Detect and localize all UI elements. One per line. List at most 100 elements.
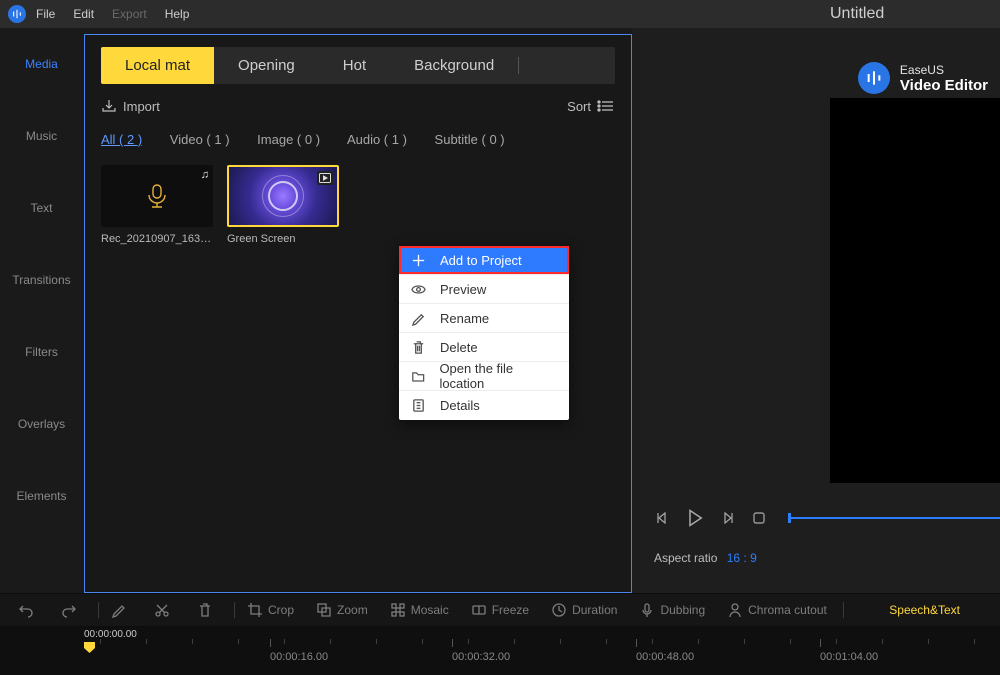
folder-icon — [411, 369, 425, 384]
menubar: File Edit Export Help Untitled — [0, 0, 1000, 28]
filter-all[interactable]: All ( 2 ) — [101, 132, 142, 147]
filter-audio[interactable]: Audio ( 1 ) — [347, 132, 407, 147]
stop-button[interactable] — [748, 507, 770, 529]
app-logo-icon — [8, 5, 26, 23]
context-open-location[interactable]: Open the file location — [399, 362, 569, 391]
menu-export[interactable]: Export — [112, 7, 147, 21]
edit-button[interactable] — [111, 602, 132, 618]
timeline-tick: 00:01:04.00 — [820, 639, 878, 663]
clip-name: Rec_20210907_1635... — [101, 233, 213, 245]
menu-file[interactable]: File — [36, 7, 55, 21]
mosaic-button[interactable]: Mosaic — [390, 602, 449, 618]
toolbar-label: Speech&Text — [889, 603, 960, 617]
edit-toolbar: Crop Zoom Mosaic Freeze Duration Dubbing… — [0, 593, 1000, 627]
tab-background[interactable]: Background — [390, 47, 518, 84]
progress-bar[interactable] — [788, 517, 1000, 519]
context-item-label: Rename — [440, 311, 489, 326]
delete-button[interactable] — [197, 602, 218, 618]
dubbing-button[interactable]: Dubbing — [639, 602, 705, 618]
duration-button[interactable]: Duration — [551, 602, 617, 618]
toolbar-label: Zoom — [337, 603, 368, 617]
context-item-label: Add to Project — [440, 253, 522, 268]
tab-local-material[interactable]: Local mat — [101, 47, 214, 84]
timeline-tick: 00:00:16.00 — [270, 639, 328, 663]
context-delete[interactable]: Delete — [399, 333, 569, 362]
brand-product: Video Editor — [900, 77, 988, 94]
tab-divider — [518, 57, 519, 74]
cut-button[interactable] — [154, 602, 175, 618]
toolbar-label: Crop — [268, 603, 294, 617]
mosaic-icon — [390, 602, 406, 618]
sidebar-item-overlays[interactable]: Overlays — [0, 388, 83, 460]
aspect-value[interactable]: 16 : 9 — [727, 551, 757, 565]
toolbar-label: Dubbing — [660, 603, 705, 617]
pencil-icon — [111, 602, 127, 618]
context-add-to-project[interactable]: Add to Project — [399, 246, 569, 275]
person-icon — [727, 602, 743, 618]
media-grid: ♫ Rec_20210907_1635... Green Screen — [101, 165, 615, 245]
filter-subtitle[interactable]: Subtitle ( 0 ) — [435, 132, 505, 147]
scissors-icon — [154, 602, 170, 618]
context-item-label: Preview — [440, 282, 486, 297]
preview-canvas — [830, 98, 1000, 483]
play-button[interactable] — [684, 507, 706, 529]
crop-button[interactable]: Crop — [247, 602, 294, 618]
sidebar-item-text[interactable]: Text — [0, 172, 83, 244]
chroma-button[interactable]: Chroma cutout — [727, 602, 827, 618]
plus-icon — [411, 253, 426, 268]
sidebar-item-media[interactable]: Media — [0, 28, 83, 100]
clock-icon — [551, 602, 567, 618]
timeline[interactable]: 00:00:00.00 00:00:16.00 00:00:32.00 00:0… — [0, 627, 1000, 675]
trash-icon — [411, 340, 426, 355]
playhead-time: 00:00:00.00 — [84, 629, 137, 640]
tab-opening[interactable]: Opening — [214, 47, 319, 84]
menu-edit[interactable]: Edit — [73, 7, 94, 21]
freeze-icon — [471, 602, 487, 618]
window-title: Untitled — [830, 5, 884, 23]
zoom-button[interactable]: Zoom — [316, 602, 368, 618]
clip-thumb — [227, 165, 339, 227]
undo-button[interactable] — [18, 602, 39, 618]
toolbar-label: Freeze — [492, 603, 529, 617]
menu-help[interactable]: Help — [165, 7, 190, 21]
library-tabs: Local mat Opening Hot Background — [101, 47, 615, 84]
eye-icon — [411, 282, 426, 297]
playbar — [652, 507, 1000, 529]
prev-frame-button[interactable] — [652, 507, 674, 529]
library-panel: Local mat Opening Hot Background Import … — [84, 34, 632, 593]
aspect-ratio: Aspect ratio 16 : 9 — [654, 551, 757, 565]
microphone-icon — [639, 602, 655, 618]
context-preview[interactable]: Preview — [399, 275, 569, 304]
info-icon — [411, 398, 426, 413]
sort-button[interactable]: Sort — [567, 99, 615, 114]
filter-image[interactable]: Image ( 0 ) — [257, 132, 320, 147]
next-frame-button[interactable] — [716, 507, 738, 529]
speech-text-button[interactable]: Speech&Text — [889, 603, 960, 617]
sort-icon — [597, 99, 615, 113]
clip-name: Green Screen — [227, 233, 339, 245]
freeze-button[interactable]: Freeze — [471, 602, 529, 618]
redo-button[interactable] — [61, 602, 82, 618]
sidebar-item-transitions[interactable]: Transitions — [0, 244, 83, 316]
sidebar-item-music[interactable]: Music — [0, 100, 83, 172]
video-badge-icon — [317, 171, 333, 185]
context-item-label: Open the file location — [439, 361, 557, 391]
timeline-tick: 00:00:48.00 — [636, 639, 694, 663]
sidebar-item-elements[interactable]: Elements — [0, 460, 83, 532]
preview-panel: EaseUS Video Editor Aspect ratio 16 : 9 — [632, 28, 1000, 593]
toolbar-label: Chroma cutout — [748, 603, 827, 617]
context-rename[interactable]: Rename — [399, 304, 569, 333]
context-item-label: Delete — [440, 340, 478, 355]
clip-audio[interactable]: ♫ Rec_20210907_1635... — [101, 165, 213, 245]
import-button[interactable]: Import — [101, 98, 160, 114]
sidebar-item-filters[interactable]: Filters — [0, 316, 83, 388]
playhead[interactable]: 00:00:00.00 — [84, 629, 137, 653]
context-menu: Add to Project Preview Rename Delete Ope… — [399, 246, 569, 420]
filter-video[interactable]: Video ( 1 ) — [170, 132, 230, 147]
brand-badge: EaseUS Video Editor — [858, 62, 988, 94]
tab-hot[interactable]: Hot — [319, 47, 390, 84]
timeline-tick: 00:00:32.00 — [452, 639, 510, 663]
clip-thumb: ♫ — [101, 165, 213, 227]
clip-video[interactable]: Green Screen — [227, 165, 339, 245]
context-details[interactable]: Details — [399, 391, 569, 420]
